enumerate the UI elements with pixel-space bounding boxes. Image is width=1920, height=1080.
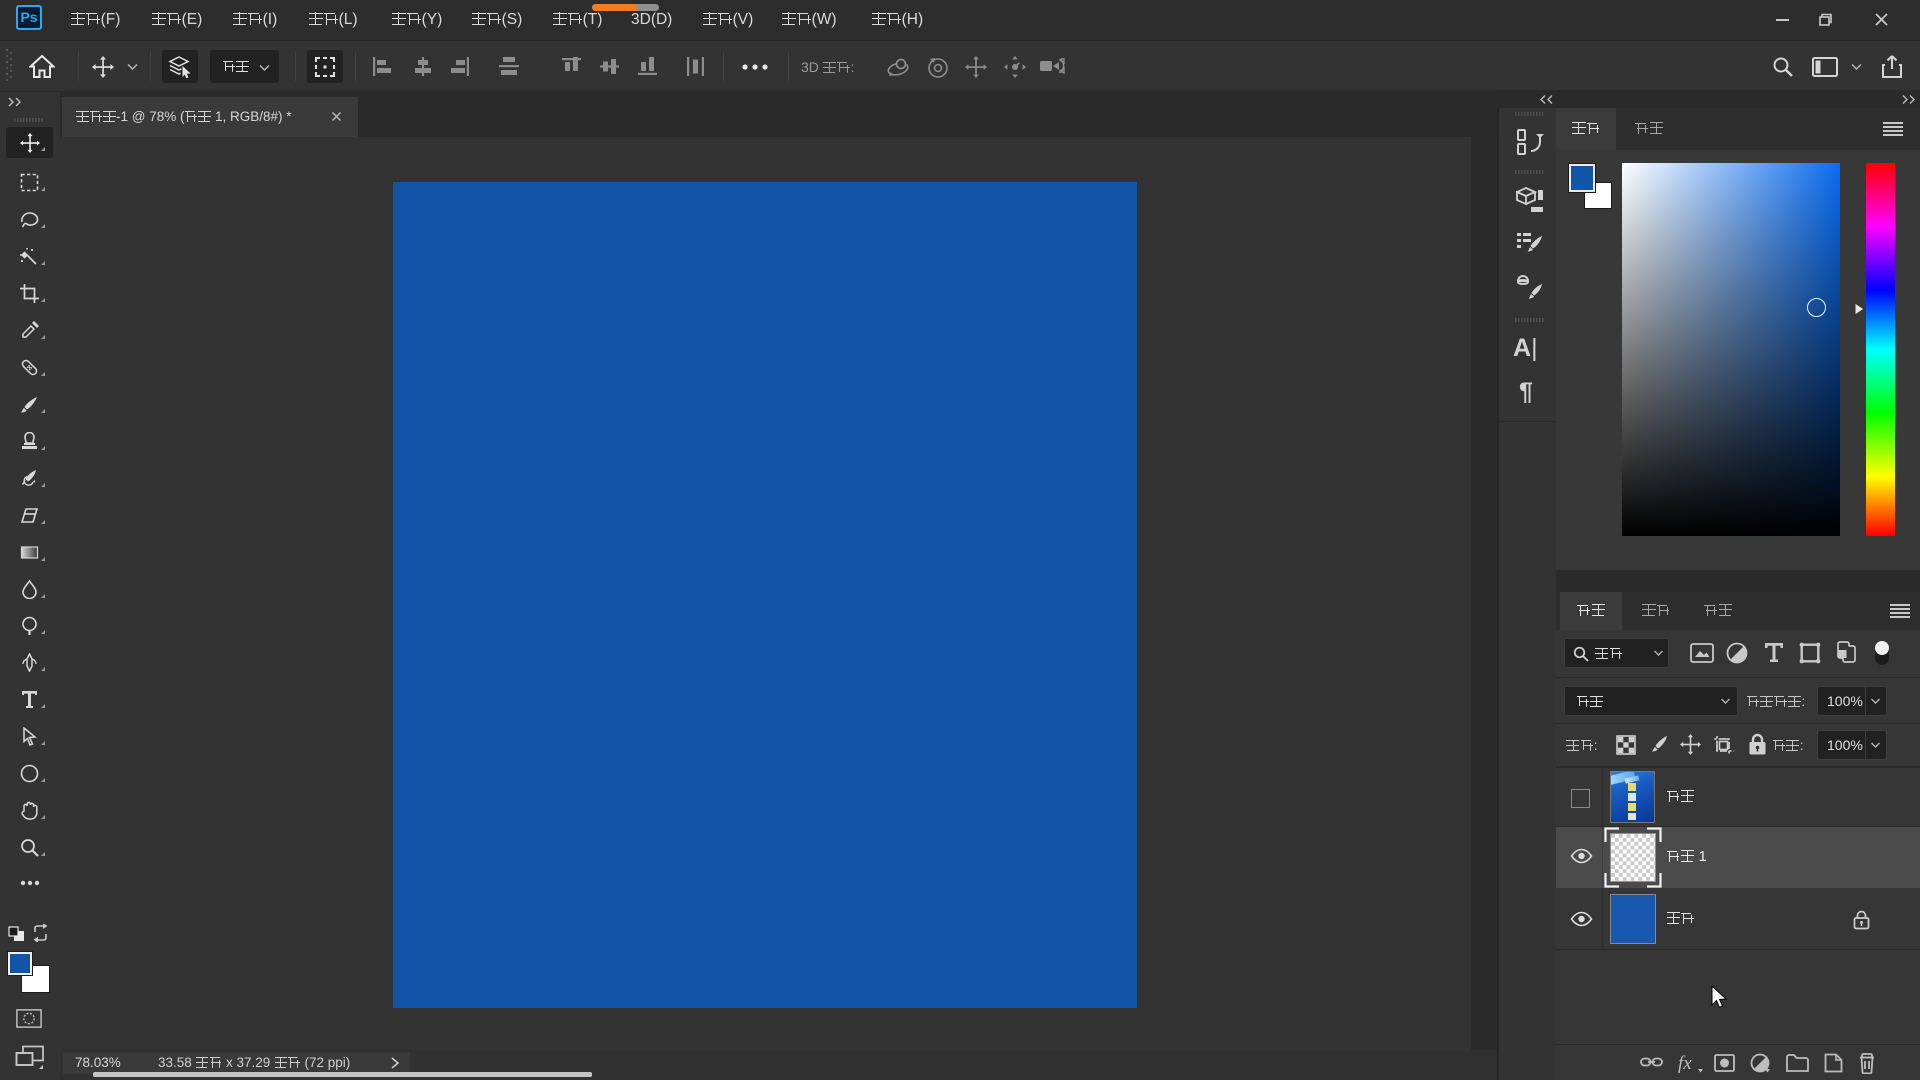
svg-text:fx: fx [1678, 1053, 1692, 1073]
